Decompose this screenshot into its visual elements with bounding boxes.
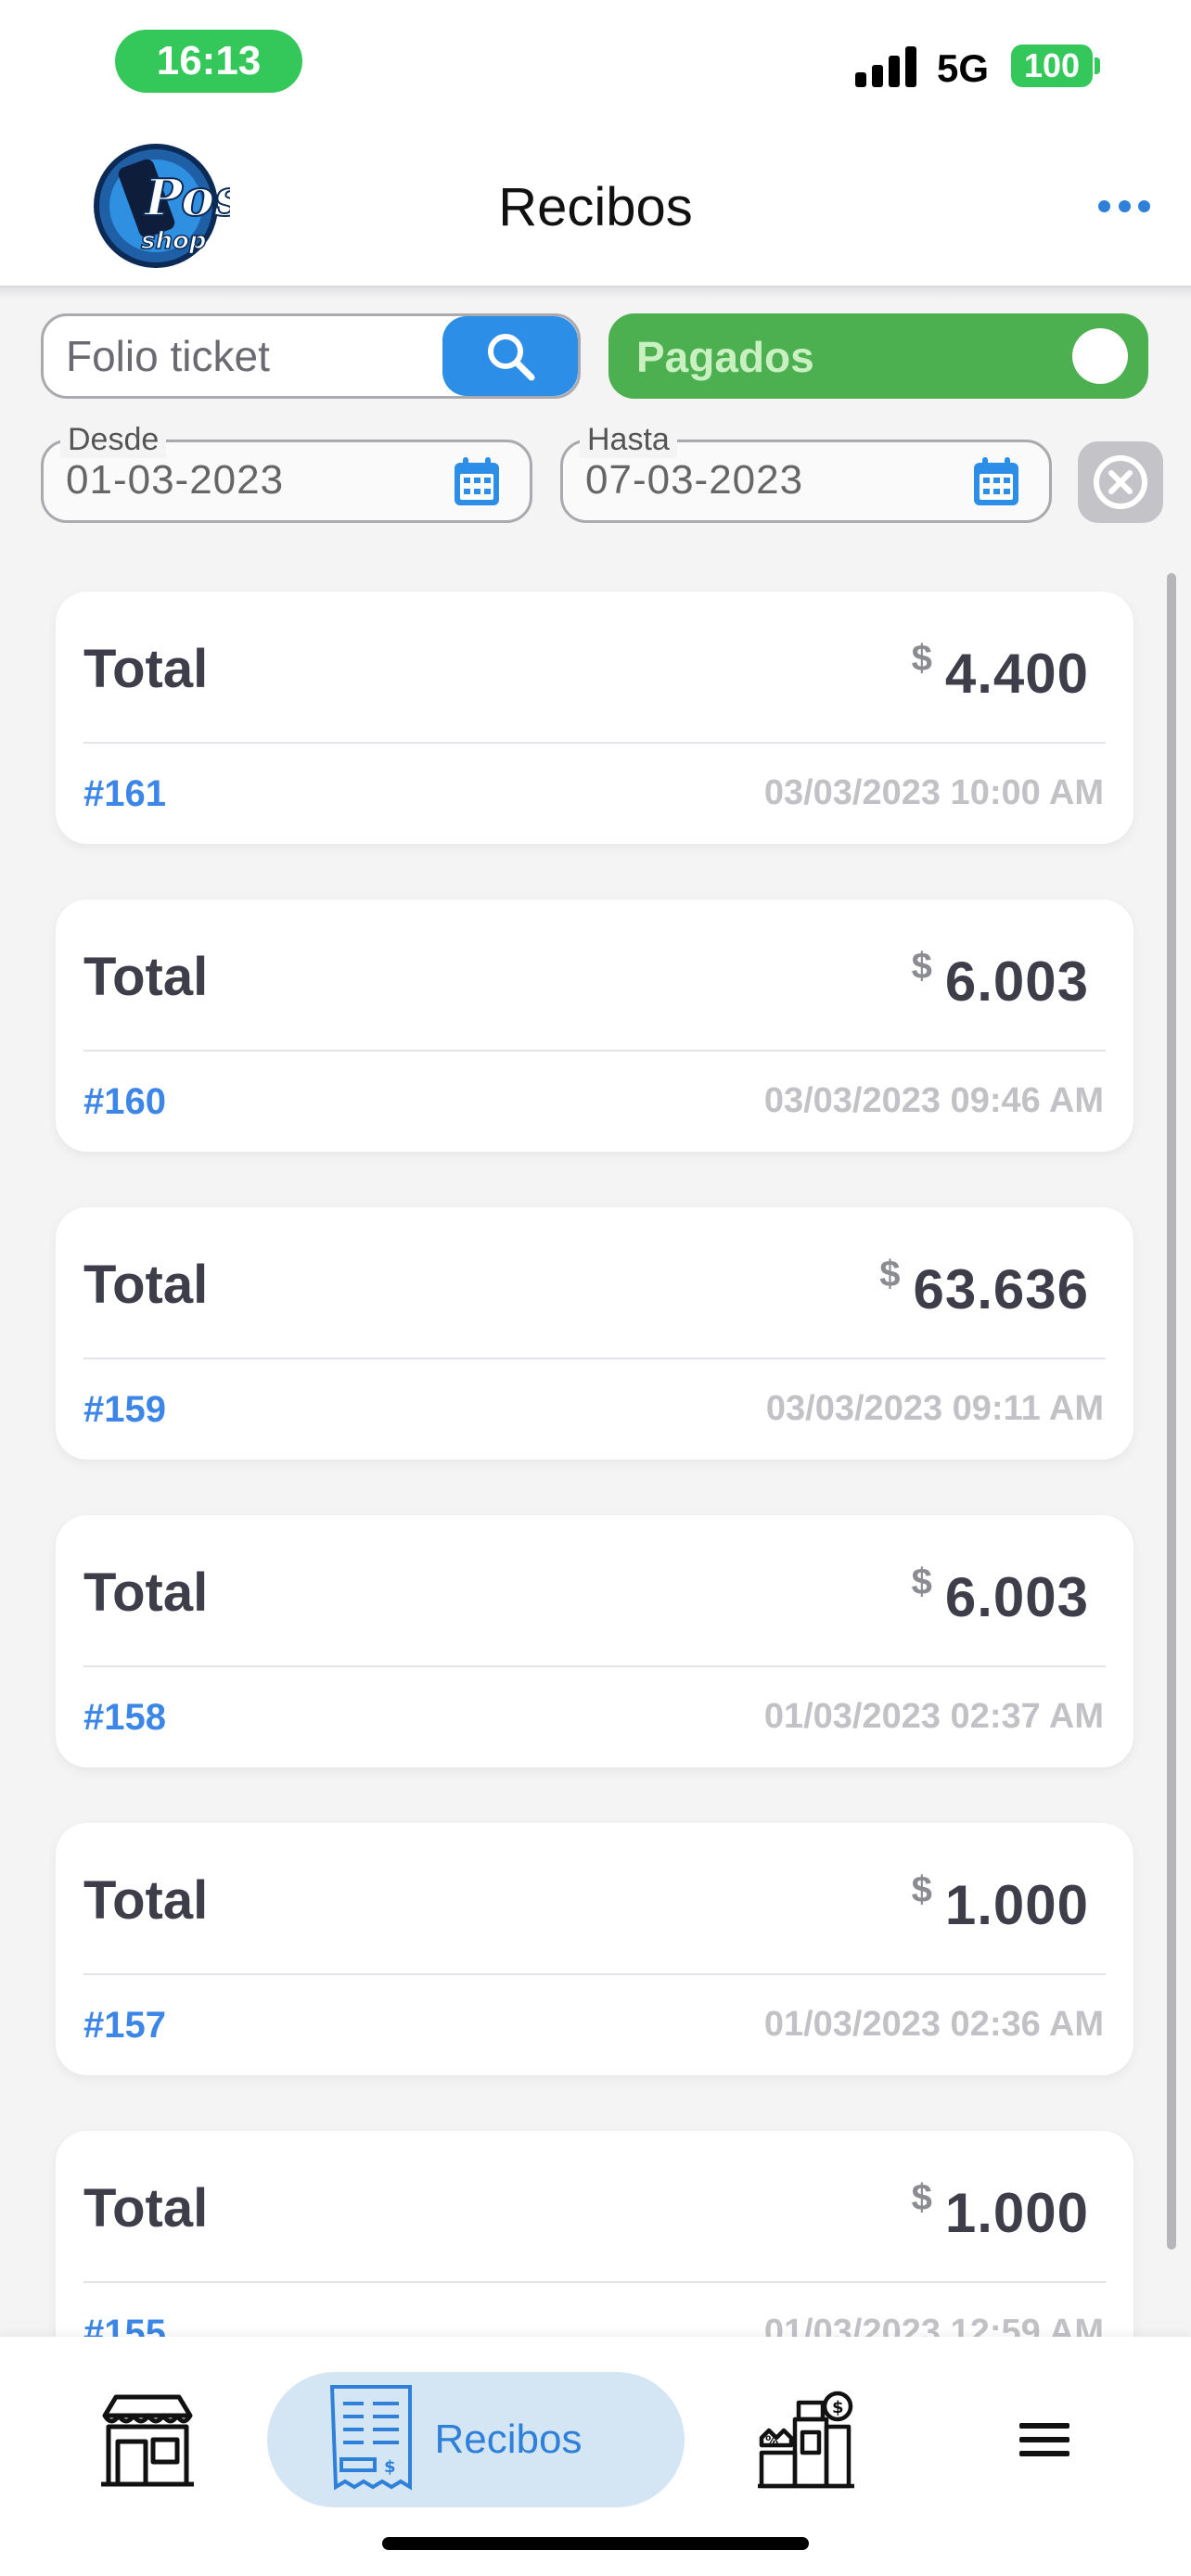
amount-value: 4.400 — [944, 643, 1089, 705]
search-icon — [488, 334, 535, 381]
divider — [83, 1973, 1106, 1975]
receipt-id: #160 — [83, 1081, 166, 1122]
date-to-field[interactable]: Hasta 07-03-2023 — [560, 422, 1052, 523]
receipt-date: 01/03/2023 02:36 AM — [763, 2005, 1104, 2044]
receipt-card[interactable]: Total $ 1.000 #155 01/03/2023 12:59 AM — [56, 2131, 1133, 2337]
receipt-id: #161 — [83, 773, 166, 814]
receipt-date: 03/03/2023 10:00 AM — [763, 773, 1104, 812]
receipt-date: 03/03/2023 09:46 AM — [763, 1081, 1104, 1120]
divider — [83, 1358, 1106, 1359]
receipt-amount: $ 1.000 — [912, 2177, 1089, 2245]
receipt-amount: $ 4.400 — [912, 638, 1089, 706]
amount-value: 1.000 — [944, 1874, 1089, 1936]
paid-toggle[interactable]: Pagados — [608, 313, 1148, 399]
nav-receipts-label: Recibos — [434, 2417, 583, 2462]
receipt-amount: $ 1.000 — [912, 1869, 1089, 1937]
currency-symbol: $ — [911, 2177, 932, 2218]
receipt-date: 01/03/2023 02:37 AM — [763, 1697, 1104, 1736]
paid-toggle-label: Pagados — [636, 333, 814, 381]
svg-text:$: $ — [832, 2398, 844, 2417]
divider — [83, 1665, 1106, 1667]
status-time: 16:13 — [115, 30, 302, 93]
currency-symbol: $ — [911, 946, 932, 987]
battery-icon: 100 — [1011, 45, 1093, 87]
receipt-id: #158 — [83, 1697, 166, 1738]
amount-value: 63.636 — [913, 1258, 1089, 1320]
amount-value: 6.003 — [944, 950, 1089, 1013]
battery-tip — [1095, 57, 1100, 74]
receipt-total-label: Total — [83, 1870, 209, 1931]
date-from-label: Desde — [60, 422, 167, 458]
receipt-total-label: Total — [83, 947, 209, 1007]
calendar-icon[interactable] — [452, 455, 502, 509]
search-input[interactable] — [44, 316, 452, 396]
receipt-total-label: Total — [83, 1255, 209, 1315]
page-title: Recibos — [498, 177, 693, 237]
header-shadow — [0, 287, 1191, 299]
products-icon: $ % — [758, 2391, 854, 2489]
receipt-amount: $ 63.636 — [879, 1254, 1089, 1321]
nav-products-button[interactable]: $ % — [748, 2372, 864, 2507]
receipt-total-label: Total — [83, 2178, 209, 2238]
nav-receipts-button[interactable]: $ Recibos — [267, 2372, 685, 2507]
date-from-field[interactable]: Desde 01-03-2023 — [41, 422, 532, 523]
calendar-icon[interactable] — [971, 455, 1021, 509]
receipt-date: 01/03/2023 12:59 AM — [763, 2313, 1104, 2337]
receipt-total-label: Total — [83, 639, 209, 699]
receipt-icon: $ — [329, 2385, 412, 2491]
app-header: Pos shop Recibos — [0, 121, 1191, 287]
divider — [83, 742, 1106, 744]
network-type: 5G — [937, 46, 990, 90]
receipt-card[interactable]: Total $ 4.400 #161 03/03/2023 10:00 AM — [56, 592, 1133, 844]
svg-text:%: % — [765, 2434, 778, 2449]
amount-value: 1.000 — [944, 2182, 1089, 2244]
receipt-id: #157 — [83, 2005, 166, 2046]
search-box — [41, 313, 581, 399]
date-to-value: 07-03-2023 — [585, 457, 804, 503]
divider — [83, 1050, 1106, 1052]
svg-text:$: $ — [384, 2457, 396, 2477]
receipt-id: #155 — [83, 2313, 166, 2337]
home-indicator — [382, 2537, 809, 2550]
receipt-card[interactable]: Total $ 63.636 #159 03/03/2023 09:11 AM — [56, 1207, 1133, 1460]
divider — [83, 2281, 1106, 2283]
receipt-amount: $ 6.003 — [911, 1562, 1089, 1629]
search-button[interactable] — [442, 316, 578, 396]
signal-icon — [855, 45, 918, 87]
currency-symbol: $ — [911, 1869, 932, 1910]
receipt-list[interactable]: Total $ 4.400 #161 03/03/2023 10:00 AM T… — [0, 556, 1191, 2337]
clear-filter-button[interactable] — [1078, 441, 1163, 523]
scrollbar[interactable] — [1167, 573, 1176, 2250]
more-options-icon[interactable] — [1098, 200, 1150, 215]
receipt-date: 03/03/2023 09:11 AM — [765, 1389, 1104, 1428]
nav-store-button[interactable] — [89, 2372, 206, 2507]
receipt-amount: $ 6.003 — [912, 946, 1089, 1014]
store-icon — [101, 2394, 194, 2487]
receipt-card[interactable]: Total $ 1.000 #157 01/03/2023 02:36 AM — [56, 1823, 1133, 2075]
currency-symbol: $ — [911, 1562, 932, 1602]
currency-symbol: $ — [879, 1254, 901, 1294]
nav-menu-button[interactable] — [1007, 2372, 1082, 2507]
date-from-value: 01-03-2023 — [66, 457, 285, 503]
amount-value: 6.003 — [944, 1566, 1089, 1628]
clear-icon — [1094, 455, 1147, 509]
receipt-card[interactable]: Total $ 6.003 #158 01/03/2023 02:37 AM — [56, 1515, 1133, 1767]
date-to-label: Hasta — [580, 422, 677, 458]
currency-symbol: $ — [911, 638, 932, 679]
receipt-card[interactable]: Total $ 6.003 #160 03/03/2023 09:46 AM — [56, 899, 1133, 1152]
toggle-knob — [1072, 328, 1128, 384]
receipt-id: #159 — [83, 1389, 166, 1430]
menu-icon — [1019, 2423, 1069, 2456]
status-bar: 16:13 5G 100 — [0, 0, 1191, 121]
receipt-total-label: Total — [83, 1562, 209, 1623]
